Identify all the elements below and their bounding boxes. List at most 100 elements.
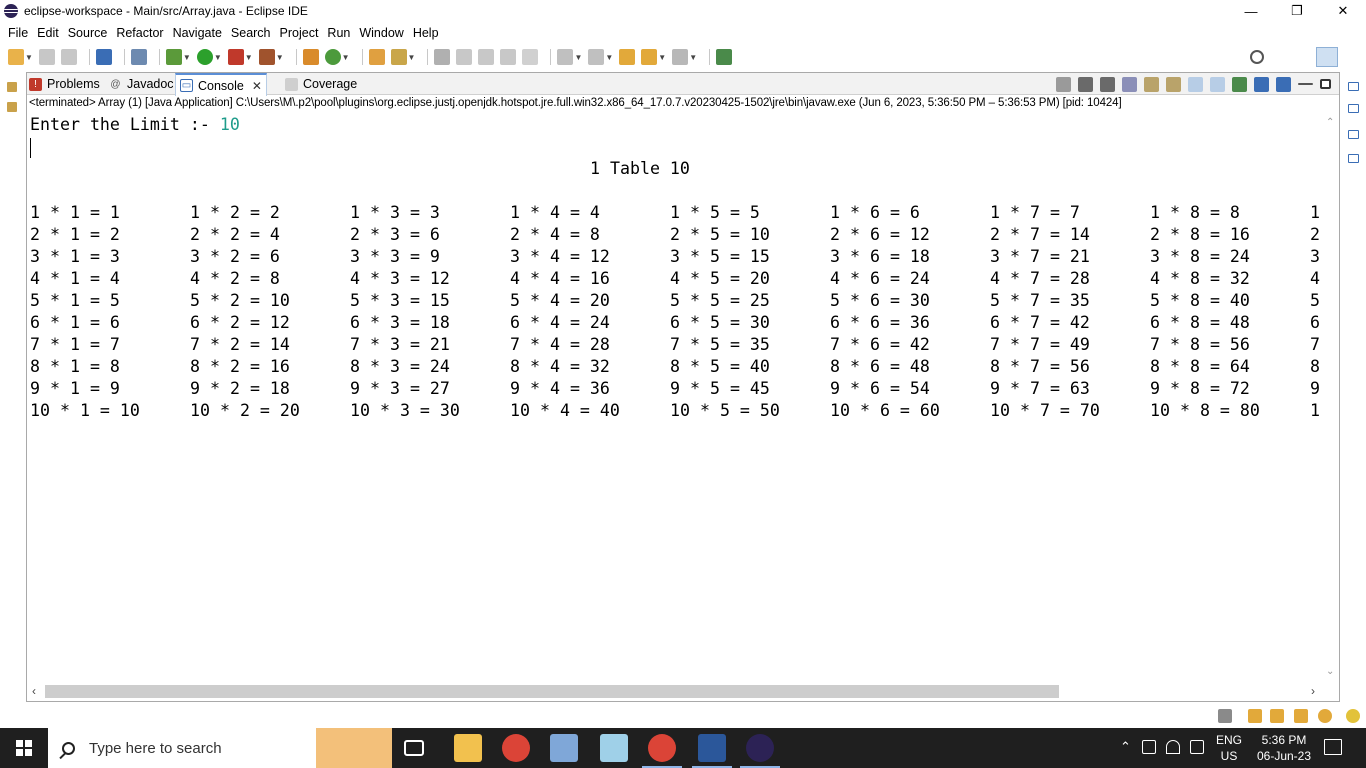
pin-console-icon[interactable]	[1232, 76, 1247, 92]
show-on-stdout-icon[interactable]	[1188, 76, 1203, 92]
scroll-lock-icon[interactable]	[1144, 76, 1159, 92]
package-explorer-icon[interactable]	[7, 102, 17, 112]
word-wrap-icon[interactable]	[478, 49, 495, 65]
new-class-dropdown-icon[interactable]: ▼	[342, 53, 350, 62]
next-annotation-dropdown-icon[interactable]: ▼	[574, 53, 582, 62]
open-console-dropdown-icon[interactable]	[1276, 76, 1291, 92]
search-icon[interactable]	[1250, 50, 1264, 64]
new-java-package-icon[interactable]	[302, 49, 319, 65]
tab-javadoc[interactable]: @ Javadoc	[109, 73, 173, 95]
start-button[interactable]	[0, 728, 48, 768]
show-whitespace-icon[interactable]	[500, 49, 517, 65]
maximize-view-icon[interactable]	[1320, 79, 1331, 89]
chrome-profile-icon[interactable]	[642, 734, 682, 768]
notepad-icon[interactable]	[600, 734, 628, 762]
toggle-mark-occurrences-icon[interactable]	[434, 49, 451, 65]
menu-run[interactable]: Run	[322, 26, 354, 40]
horizontal-scrollbar[interactable]: ‹ ›	[27, 681, 1323, 701]
minimize-view-icon[interactable]	[1298, 83, 1313, 85]
scroll-up-icon[interactable]: ⌃	[1326, 117, 1334, 128]
new-dropdown-icon[interactable]: ▼	[25, 53, 33, 62]
menu-source[interactable]: Source	[63, 26, 112, 40]
coverage-run-icon[interactable]	[227, 49, 244, 65]
minimize-button[interactable]: —	[1228, 0, 1274, 22]
java-perspective-icon[interactable]	[1316, 47, 1338, 67]
show-on-stderr-icon[interactable]	[1210, 76, 1225, 92]
open-type-icon[interactable]	[368, 49, 385, 65]
tab-coverage[interactable]: Coverage	[285, 73, 357, 95]
external-tools-icon[interactable]	[258, 49, 275, 65]
samples-icon[interactable]	[1294, 709, 1308, 723]
restore-icon[interactable]	[1348, 82, 1359, 91]
search-tool-icon[interactable]	[390, 49, 407, 65]
terminate-icon[interactable]	[1056, 76, 1071, 92]
back-dropdown-icon[interactable]: ▼	[658, 53, 666, 62]
remove-launch-icon[interactable]	[1078, 76, 1093, 92]
tutorials-icon[interactable]	[1270, 709, 1284, 723]
pin-editor-icon[interactable]	[716, 49, 733, 65]
search-dropdown-icon[interactable]: ▼	[408, 53, 416, 62]
remote-desktop-icon[interactable]	[550, 734, 578, 762]
tips-icon[interactable]	[1346, 709, 1360, 723]
tab-problems[interactable]: ! Problems	[29, 73, 100, 95]
maximize-button[interactable]: ❐	[1274, 0, 1320, 22]
whats-new-icon[interactable]	[1318, 709, 1332, 723]
toggle-block-selection-icon[interactable]	[456, 49, 473, 65]
scroll-down-icon[interactable]: ⌄	[1326, 666, 1334, 677]
menu-navigate[interactable]: Navigate	[168, 26, 226, 40]
eclipse-icon[interactable]	[740, 734, 780, 768]
close-tab-icon[interactable]: ✕	[252, 79, 262, 93]
restore-icon[interactable]	[7, 82, 17, 92]
scroll-left-icon[interactable]: ‹	[32, 684, 36, 698]
task-list-icon[interactable]	[1348, 130, 1359, 139]
menu-help[interactable]: Help	[408, 26, 443, 40]
language-indicator[interactable]: ENG US	[1216, 732, 1242, 764]
scroll-right-icon[interactable]: ›	[1311, 684, 1315, 698]
menu-refactor[interactable]: Refactor	[111, 26, 167, 40]
tab-console[interactable]: ▭ Console ✕	[175, 73, 267, 96]
task-view-icon[interactable]	[404, 740, 424, 756]
menu-edit[interactable]: Edit	[32, 26, 63, 40]
run-dropdown-icon[interactable]: ▼	[214, 53, 222, 62]
word-icon[interactable]	[692, 734, 732, 768]
paragraph-icon[interactable]	[522, 49, 539, 65]
taskbar-search[interactable]: Type here to search	[48, 728, 392, 768]
minimized-view-icon[interactable]	[1348, 154, 1359, 163]
forward-dropdown-icon[interactable]: ▼	[689, 53, 697, 62]
show-hidden-icons-icon[interactable]: ⌃	[1120, 739, 1131, 755]
progress-icon[interactable]	[1218, 709, 1232, 723]
network-icon[interactable]	[1142, 740, 1156, 754]
scrollbar-thumb[interactable]	[45, 685, 1059, 698]
clock[interactable]: 5:36 PM 06-Jun-23	[1252, 732, 1316, 764]
vertical-scrollbar[interactable]: ⌃ ⌄	[1323, 113, 1339, 681]
run-icon[interactable]	[196, 49, 213, 65]
forward-icon[interactable]	[672, 49, 689, 65]
open-console-icon[interactable]	[95, 49, 112, 65]
debug-dropdown-icon[interactable]: ▼	[183, 53, 191, 62]
display-console-icon[interactable]	[1254, 76, 1269, 92]
file-explorer-icon[interactable]	[454, 734, 482, 762]
next-annotation-icon[interactable]	[557, 49, 574, 65]
back-icon[interactable]	[641, 49, 658, 65]
notifications-icon[interactable]	[1324, 739, 1342, 755]
close-button[interactable]: ✕	[1320, 0, 1366, 22]
external-tools-dropdown-icon[interactable]: ▼	[276, 53, 284, 62]
outline-icon[interactable]	[1348, 104, 1359, 113]
skip-breakpoints-icon[interactable]	[130, 49, 147, 65]
save-icon[interactable]	[38, 49, 55, 65]
open-overview-icon[interactable]	[1248, 709, 1262, 723]
console-output[interactable]: Enter the Limit :- 10 1 Table 10 1 * 1 =…	[30, 114, 1320, 674]
word-wrap-console-icon[interactable]	[1166, 76, 1181, 92]
menu-window[interactable]: Window	[354, 26, 407, 40]
coverage-dropdown-icon[interactable]: ▼	[245, 53, 253, 62]
previous-annotation-icon[interactable]	[588, 49, 605, 65]
previous-annotation-dropdown-icon[interactable]: ▼	[605, 53, 613, 62]
menu-project[interactable]: Project	[275, 26, 323, 40]
save-all-icon[interactable]	[60, 49, 77, 65]
chrome-icon[interactable]	[502, 734, 530, 762]
menu-file[interactable]: File	[3, 26, 32, 40]
clear-console-icon[interactable]	[1122, 76, 1137, 92]
new-icon[interactable]	[8, 49, 24, 65]
debug-icon[interactable]	[165, 49, 182, 65]
new-java-class-icon[interactable]	[324, 49, 341, 65]
